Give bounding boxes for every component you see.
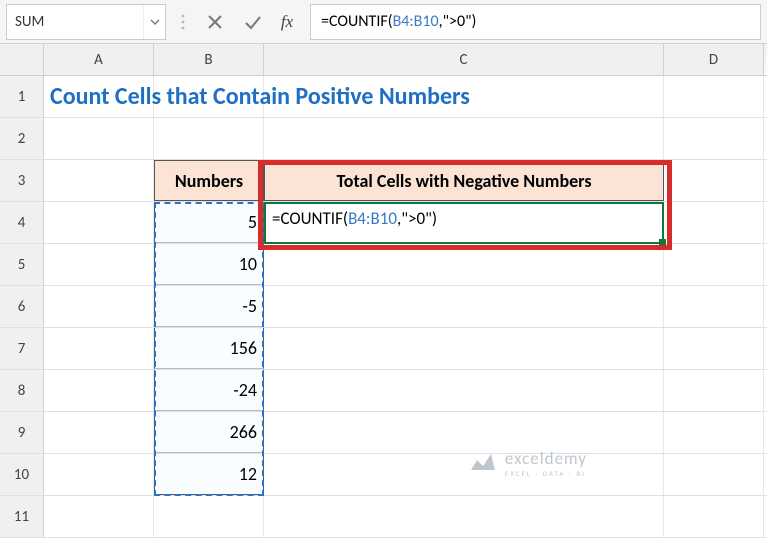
cell-a3[interactable] — [44, 160, 154, 201]
cell-b4[interactable]: 5 — [154, 202, 264, 243]
cell-a11[interactable] — [44, 496, 154, 537]
cell-c6[interactable] — [264, 286, 664, 327]
edit-prefix: =COUNTIF( — [272, 208, 348, 229]
cell-d9[interactable] — [664, 412, 764, 453]
cell-a8[interactable] — [44, 370, 154, 411]
col-header-d[interactable]: D — [664, 44, 764, 75]
cell-c11[interactable] — [264, 496, 664, 537]
cell-a9[interactable] — [44, 412, 154, 453]
cell-d11[interactable] — [664, 496, 764, 537]
cell-c3-header[interactable]: Total Cells with Negative Numbers — [264, 160, 664, 201]
formula-range-ref: B4:B10 — [393, 12, 439, 31]
active-cell-c4[interactable]: =COUNTIF(B4:B10,">0") — [264, 202, 664, 244]
cell-c7[interactable] — [264, 328, 664, 369]
watermark-sub: EXCEL · DATA · BI — [505, 469, 587, 478]
formula-text-suffix: ,">0") — [439, 12, 477, 31]
row-header[interactable]: 5 — [0, 244, 44, 285]
cell-a4[interactable] — [44, 202, 154, 243]
in-cell-editor[interactable]: =COUNTIF(B4:B10,">0") — [266, 204, 662, 233]
cell-a6[interactable] — [44, 286, 154, 327]
cell-b10[interactable]: 12 — [154, 454, 264, 495]
formula-input[interactable]: =COUNTIF(B4:B10,">0") — [310, 4, 761, 40]
cell-d5[interactable] — [664, 244, 764, 285]
name-box-dropdown[interactable] — [143, 5, 165, 39]
row-header[interactable]: 9 — [0, 412, 44, 453]
row-header[interactable]: 6 — [0, 286, 44, 327]
formula-bar: SUM fx =COUNTIF(B4:B10,">0") — [0, 0, 767, 44]
row-10: 10 12 — [0, 454, 767, 496]
enter-button[interactable] — [234, 3, 272, 41]
cell-b7[interactable]: 156 — [154, 328, 264, 369]
cell-d1[interactable] — [664, 76, 764, 117]
row-7: 7 156 — [0, 328, 767, 370]
cell-c2[interactable] — [264, 118, 664, 159]
cell-b8[interactable]: -24 — [154, 370, 264, 411]
watermark-name: exceldemy — [505, 448, 587, 469]
separator — [180, 8, 186, 36]
cell-c8[interactable] — [264, 370, 664, 411]
col-header-c[interactable]: C — [264, 44, 664, 75]
cell-a10[interactable] — [44, 454, 154, 495]
cell-d3[interactable] — [664, 160, 764, 201]
cell-b6[interactable]: -5 — [154, 286, 264, 327]
row-11: 11 — [0, 496, 767, 538]
col-header-a[interactable]: A — [44, 44, 154, 75]
row-header[interactable]: 10 — [0, 454, 44, 495]
grid-rows: 1 Count Cells that Contain Positive Numb… — [0, 76, 767, 538]
row-8: 8 -24 — [0, 370, 767, 412]
cell-b5[interactable]: 10 — [154, 244, 264, 285]
formula-text-prefix: =COUNTIF( — [321, 12, 393, 31]
name-box[interactable]: SUM — [7, 13, 143, 31]
row-header[interactable]: 3 — [0, 160, 44, 201]
cell-d4[interactable] — [664, 202, 764, 243]
worksheet: A B C D 1 Count Cells that Contain Posit… — [0, 44, 767, 538]
edit-suffix: ,">0") — [397, 208, 437, 229]
select-all-corner[interactable] — [0, 44, 44, 75]
cell-a2[interactable] — [44, 118, 154, 159]
cell-d6[interactable] — [664, 286, 764, 327]
row-header[interactable]: 11 — [0, 496, 44, 537]
cell-b11[interactable] — [154, 496, 264, 537]
cell-d2[interactable] — [664, 118, 764, 159]
cancel-button[interactable] — [196, 3, 234, 41]
row-header[interactable]: 2 — [0, 118, 44, 159]
cell-c5[interactable] — [264, 244, 664, 285]
cell-a5[interactable] — [44, 244, 154, 285]
watermark-icon — [467, 450, 499, 476]
row-header[interactable]: 7 — [0, 328, 44, 369]
cell-d10[interactable] — [664, 454, 764, 495]
row-2: 2 — [0, 118, 767, 160]
cell-a1[interactable]: Count Cells that Contain Positive Number… — [44, 76, 154, 117]
name-box-container: SUM — [6, 4, 166, 40]
row-header[interactable]: 4 — [0, 202, 44, 243]
cell-b2[interactable] — [154, 118, 264, 159]
cell-b9[interactable]: 266 — [154, 412, 264, 453]
row-header[interactable]: 8 — [0, 370, 44, 411]
edit-range-ref: B4:B10 — [348, 208, 397, 229]
cell-c10[interactable] — [264, 454, 664, 495]
col-header-b[interactable]: B — [154, 44, 264, 75]
column-headers: A B C D — [0, 44, 767, 76]
row-3: 3 Numbers Total Cells with Negative Numb… — [0, 160, 767, 202]
cell-b3-header[interactable]: Numbers — [154, 160, 264, 201]
cell-d8[interactable] — [664, 370, 764, 411]
row-5: 5 10 — [0, 244, 767, 286]
cell-a7[interactable] — [44, 328, 154, 369]
cell-c9[interactable] — [264, 412, 664, 453]
row-6: 6 -5 — [0, 286, 767, 328]
page-title: Count Cells that Contain Positive Number… — [50, 82, 470, 111]
cell-d7[interactable] — [664, 328, 764, 369]
fill-handle[interactable] — [659, 239, 666, 246]
insert-function-button[interactable]: fx — [272, 3, 310, 41]
watermark: exceldemy EXCEL · DATA · BI — [467, 448, 587, 478]
row-header[interactable]: 1 — [0, 76, 44, 117]
row-9: 9 266 — [0, 412, 767, 454]
row-1: 1 Count Cells that Contain Positive Numb… — [0, 76, 767, 118]
